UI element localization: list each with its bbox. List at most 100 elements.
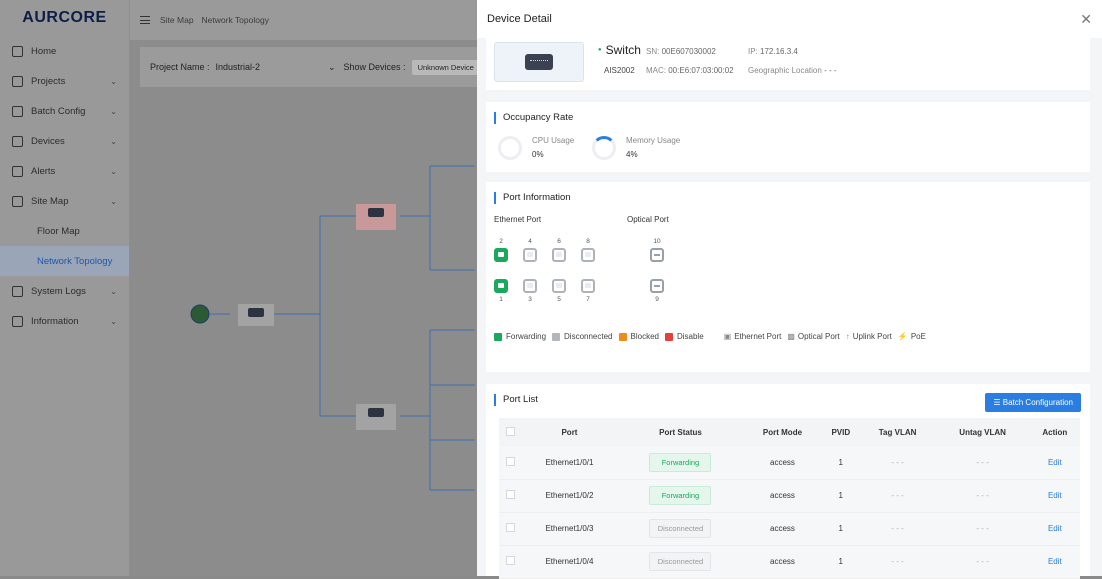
legend-disconnected: Disconnected [552, 332, 613, 341]
untag-vlan-cell: - - - [935, 479, 1030, 513]
batch-configuration-button[interactable]: ☰ Batch Configuration [985, 393, 1081, 412]
port-cell: Ethernet1/0/1 [521, 446, 618, 480]
status-badge: Forwarding [649, 452, 712, 472]
ethernet-port-5[interactable] [552, 279, 566, 293]
port-cell: Ethernet1/0/4 [521, 545, 618, 579]
drawer-header: Device Detail ✕ [477, 0, 1102, 38]
sidebar-item-label: System Logs [31, 285, 86, 297]
show-devices-select[interactable]: Unknown Device [411, 59, 480, 75]
edit-link[interactable]: Edit [1048, 524, 1062, 533]
information-icon [12, 315, 23, 327]
device-detail-drawer: Device Detail ✕ Switch AIS2002 SN: 00E60… [477, 0, 1102, 579]
memory-gauge [592, 136, 616, 160]
port-number: 1 [499, 296, 503, 303]
pvid-cell: 1 [821, 512, 860, 546]
ethernet-port-7[interactable] [581, 279, 595, 293]
legend-ethernet-port: ▣ Ethernet Port [724, 332, 782, 341]
row-checkbox[interactable] [499, 512, 521, 546]
sidebar-item-label: Home [31, 45, 57, 57]
sidebar-item-projects[interactable]: Projects ⌄ [0, 66, 129, 96]
cpu-label: CPU Usage [532, 136, 575, 145]
untag-vlan-cell: - - - [935, 446, 1030, 480]
ethernet-port-6[interactable] [552, 248, 566, 262]
row-checkbox[interactable] [499, 479, 521, 513]
select-all-checkbox[interactable] [499, 418, 521, 446]
sidebar-item-system-logs[interactable]: System Logs ⌄ [0, 276, 129, 306]
sidebar-item-site-map[interactable]: Site Map ⌄ [0, 186, 129, 216]
sidebar-item-label: Site Map [31, 195, 69, 207]
column-header-action: Action [1029, 418, 1080, 446]
sidebar-item-devices[interactable]: Devices ⌄ [0, 126, 129, 156]
poe-icon: ⚡ [897, 332, 908, 341]
edit-link[interactable]: Edit [1048, 491, 1062, 500]
port-number: 4 [528, 238, 532, 245]
status-badge: Forwarding [649, 486, 712, 505]
ethernet-port-1[interactable] [494, 279, 508, 293]
optical-port-10[interactable] [650, 248, 664, 262]
switch-icon [248, 308, 264, 317]
ethernet-port-2[interactable] [494, 248, 508, 262]
chevron-down-icon: ⌄ [327, 61, 336, 72]
edit-link[interactable]: Edit [1048, 458, 1062, 467]
project-select[interactable]: Industrial-2 ⌄ [216, 62, 336, 73]
port-number: 10 [653, 238, 661, 245]
optical-port-label: Optical Port [627, 215, 669, 224]
device-image [494, 42, 584, 82]
sidebar-item-batch-config[interactable]: Batch Config ⌄ [0, 96, 129, 126]
legend-label: Optical Port [797, 332, 840, 341]
port-info-title: Port Information [494, 192, 571, 204]
action-cell: Edit [1029, 512, 1080, 546]
sidebar-item-information[interactable]: Information ⌄ [0, 306, 129, 336]
edit-link[interactable]: Edit [1048, 557, 1062, 566]
pvid-cell: 1 [821, 545, 860, 579]
ethernet-port-8[interactable] [581, 248, 595, 262]
mode-cell: access [743, 545, 822, 579]
legend-swatch [552, 332, 561, 341]
optical-port-9[interactable] [650, 279, 664, 293]
action-cell: Edit [1029, 446, 1080, 480]
chevron-down-icon: ⌄ [110, 196, 117, 206]
tag-vlan-cell: - - - [859, 545, 936, 579]
port-number: 6 [557, 238, 561, 245]
legend-poe: ⚡ PoE [898, 332, 926, 341]
project-name-label: Project Name : [150, 62, 210, 72]
ethernet-port-3[interactable] [523, 279, 537, 293]
port-number: 7 [586, 296, 590, 303]
sidebar-item-label: Projects [31, 75, 66, 87]
sidebar-item-label: Floor Map [37, 225, 80, 237]
close-icon[interactable]: ✕ [1080, 11, 1092, 28]
breadcrumb-site-map[interactable]: Site Map [160, 15, 194, 25]
geo-field: Geographic Location - - - [748, 66, 837, 75]
alerts-icon [12, 165, 23, 177]
menu-toggle-icon[interactable] [140, 16, 150, 24]
device-type: Switch [598, 43, 641, 57]
breadcrumb-network-topology: Network Topology [201, 15, 269, 25]
port-cell: Ethernet1/0/2 [521, 479, 618, 513]
sidebar-item-alerts[interactable]: Alerts ⌄ [0, 156, 129, 186]
ethernet-port-4[interactable] [523, 248, 537, 262]
status-cell: Disconnected [617, 512, 744, 546]
topology-diagram [190, 165, 475, 491]
port-number: 8 [586, 238, 590, 245]
sidebar-item-label: Information [31, 315, 79, 327]
sidebar-item-floor-map[interactable]: Floor Map [0, 216, 129, 246]
legend-swatch [664, 332, 673, 341]
sn-field: SN: 00E607030002 [646, 47, 716, 56]
row-checkbox[interactable] [499, 545, 521, 579]
port-information-card: Port Information Ethernet Port Optical P… [486, 182, 1090, 372]
devices-icon [12, 135, 23, 147]
legend-label: Disconnected [564, 332, 613, 341]
port-legend: Forwarding Disconnected Blocked Disable ▣ Eth… [494, 332, 932, 341]
row-checkbox[interactable] [499, 446, 521, 480]
sidebar-item-network-topology[interactable]: Network Topology [0, 246, 129, 276]
device-summary-card: Switch AIS2002 SN: 00E607030002 MAC: 00:… [486, 34, 1090, 90]
legend-label: Disable [676, 332, 704, 341]
logo: AURCORE [22, 9, 107, 26]
column-header-port-status: Port Status [617, 418, 744, 446]
status-badge: Disconnected [649, 519, 712, 538]
column-header-port: Port [521, 418, 618, 446]
chevron-down-icon: ⌄ [110, 76, 117, 86]
table-row: Ethernet1/0/3 Disconnected access 1- - -- -… [499, 512, 1080, 546]
sidebar-item-label: Batch Config [31, 105, 86, 117]
sidebar-item-home[interactable]: Home [0, 36, 129, 66]
